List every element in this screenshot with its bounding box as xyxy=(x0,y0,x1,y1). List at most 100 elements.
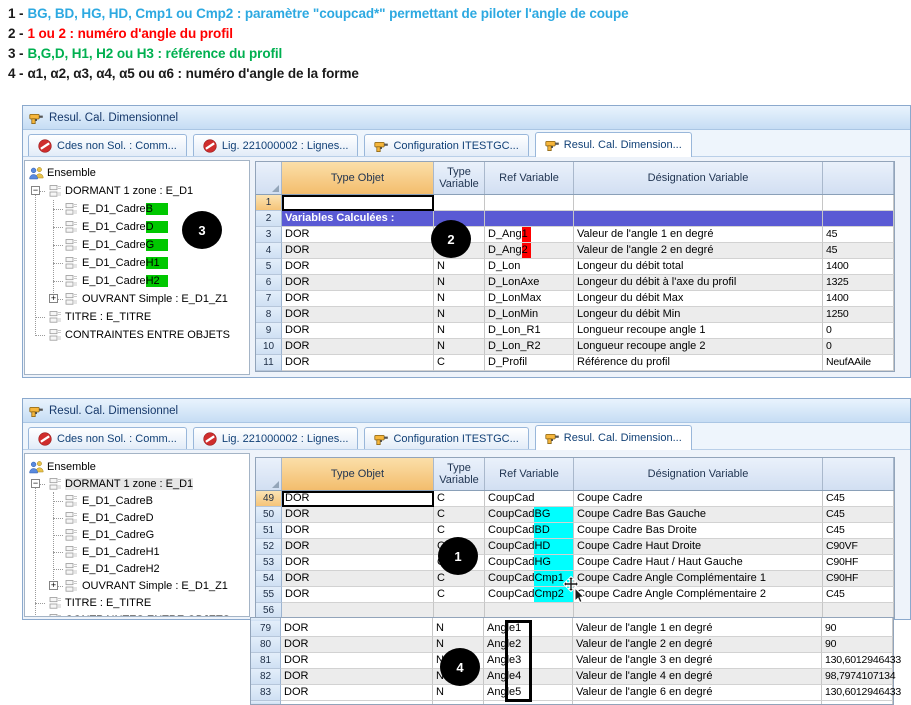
cell-value[interactable]: C90HF xyxy=(823,555,894,571)
tab-cdes-non-sol[interactable]: Cdes non Sol. : Comm... xyxy=(28,134,187,156)
expand-icon[interactable]: + xyxy=(49,294,58,303)
cell-value[interactable]: 98,7974107134 xyxy=(822,669,893,685)
cell-type-variable[interactable]: C xyxy=(434,507,485,523)
cell-type-objet[interactable]: DOR xyxy=(281,637,433,653)
cell-value[interactable] xyxy=(822,701,893,704)
cell-type-objet[interactable]: DOR xyxy=(282,227,434,243)
cell-type-objet[interactable]: DOR xyxy=(282,571,434,587)
tab-lig-221000002[interactable]: Lig. 221000002 : Lignes... xyxy=(193,134,359,156)
cell-type-objet[interactable]: DOR xyxy=(282,507,434,523)
tree-item-dormant[interactable]: −DORMANT 1 zone : E_D1 xyxy=(25,182,249,200)
cell-value[interactable]: 45 xyxy=(823,227,894,243)
cell-type-objet[interactable]: DOR xyxy=(282,339,434,355)
cell-type-variable[interactable]: C xyxy=(434,355,485,371)
cell-type-objet[interactable]: DOR xyxy=(282,491,434,507)
row-header[interactable]: 2 xyxy=(256,211,282,227)
column-header-value[interactable] xyxy=(823,162,894,194)
cell-type-objet[interactable]: DOR xyxy=(282,275,434,291)
cell-ref-variable[interactable]: CoupCad xyxy=(485,491,574,507)
cell-designation[interactable]: Longeur du débit Max xyxy=(574,291,823,307)
tree-item-cadre-g[interactable]: E_D1_CadreG xyxy=(25,526,249,543)
tree-item-dormant[interactable]: −DORMANT 1 zone : E_D1 xyxy=(25,475,249,492)
tree-item-ensemble[interactable]: Ensemble xyxy=(25,458,249,475)
cell-type-variable[interactable]: C xyxy=(434,587,485,603)
row-header[interactable]: 49 xyxy=(256,491,282,507)
cell-value[interactable]: NeufAAile xyxy=(823,355,894,371)
cell-designation[interactable]: Valeur de l'angle 1 en degré xyxy=(573,621,822,637)
cell-value[interactable]: 130,6012946433 xyxy=(822,653,893,669)
column-header-type-variable[interactable]: Type Variable xyxy=(434,162,485,194)
tree-item-cadre-b[interactable]: E_D1_CadreB xyxy=(25,492,249,509)
section-title-cell[interactable]: Variables Calculées : xyxy=(282,211,434,227)
cell-value[interactable]: 1250 xyxy=(823,307,894,323)
cell-designation[interactable]: Valeur de l'angle 6 en degré xyxy=(573,685,822,701)
cell-designation[interactable]: Longeur du débit à l'axe du profil xyxy=(574,275,823,291)
row-header[interactable]: 54 xyxy=(256,571,282,587)
cell-value[interactable]: 0 xyxy=(823,339,894,355)
cell-value[interactable]: 45 xyxy=(823,243,894,259)
cell-ref-variable[interactable]: D_Lon xyxy=(485,259,574,275)
cell-ref-variable[interactable]: D_LonMin xyxy=(485,307,574,323)
cell-value[interactable]: 130,6012946433 xyxy=(822,685,893,701)
cell-designation[interactable]: Valeur de l'angle 1 en degré xyxy=(574,227,823,243)
row-header[interactable]: 51 xyxy=(256,523,282,539)
cell-designation[interactable]: Coupe Cadre Bas Gauche xyxy=(574,507,823,523)
tree-item-contraintes[interactable]: CONTRAINTES ENTRE OBJETS xyxy=(25,611,249,617)
cell-ref-variable[interactable]: D_LonAxe xyxy=(485,275,574,291)
row-header[interactable]: 79 xyxy=(251,621,281,637)
row-header[interactable]: 52 xyxy=(256,539,282,555)
cell-designation[interactable] xyxy=(574,195,823,211)
tree-item-ensemble[interactable]: Ensemble xyxy=(25,164,249,182)
cell-type-variable[interactable]: N xyxy=(434,275,485,291)
row-header[interactable]: 80 xyxy=(251,637,281,653)
cell-designation[interactable]: Longeur du débit total xyxy=(574,259,823,275)
cell-designation[interactable]: Valeur de l'angle 2 en degré xyxy=(573,637,822,653)
cell-value[interactable]: C90VF xyxy=(823,539,894,555)
row-header[interactable]: 55 xyxy=(256,587,282,603)
column-header-value[interactable] xyxy=(823,458,894,490)
table-corner-cell[interactable] xyxy=(256,458,282,490)
cell-type-variable[interactable]: N xyxy=(434,323,485,339)
cell-designation[interactable]: Coupe Cadre xyxy=(574,491,823,507)
cell-designation[interactable]: Longeur du débit Min xyxy=(574,307,823,323)
cell-value[interactable]: C45 xyxy=(823,491,894,507)
cell-value[interactable]: C90HF xyxy=(823,571,894,587)
cell-designation[interactable]: Longueur recoupe angle 2 xyxy=(574,339,823,355)
column-header-type-objet[interactable]: Type Objet xyxy=(282,458,434,490)
cell-value[interactable]: C45 xyxy=(823,587,894,603)
table-corner-cell[interactable] xyxy=(256,162,282,194)
cell-type-objet[interactable]: DOR xyxy=(282,291,434,307)
cell-type-objet[interactable]: DOR xyxy=(281,669,433,685)
row-header[interactable]: 10 xyxy=(256,339,282,355)
cell-value[interactable]: C45 xyxy=(823,523,894,539)
cell-ref-variable[interactable]: D_Lon_R1 xyxy=(485,323,574,339)
cell-designation[interactable]: Valeur de l'angle 3 en degré xyxy=(573,653,822,669)
cell-type-objet[interactable]: DOR xyxy=(281,621,433,637)
cell-type-objet[interactable]: DOR xyxy=(282,259,434,275)
cell-ref-variable[interactable]: CoupCadCmp1 xyxy=(485,571,574,587)
tree-item-cadre-h2[interactable]: E_D1_CadreH2 xyxy=(25,560,249,577)
cell-type-objet[interactable]: DOR xyxy=(282,323,434,339)
cell-designation[interactable]: Référence du profil xyxy=(574,355,823,371)
cell-designation[interactable]: Longueur recoupe angle 1 xyxy=(574,323,823,339)
cell-type-objet[interactable]: DOR xyxy=(282,555,434,571)
cell-value[interactable] xyxy=(823,211,894,227)
cell-type-variable[interactable]: N xyxy=(433,621,484,637)
cell-designation[interactable]: Coupe Cadre Haut Droite xyxy=(574,539,823,555)
cell-value[interactable]: 90 xyxy=(822,621,893,637)
window-titlebar[interactable]: Resul. Cal. Dimensionnel xyxy=(23,106,910,130)
cell-value[interactable]: 1325 xyxy=(823,275,894,291)
cell-designation[interactable] xyxy=(573,701,822,704)
cell-type-variable[interactable] xyxy=(433,701,484,704)
cell-type-objet[interactable]: DOR xyxy=(281,685,433,701)
cell-type-variable[interactable] xyxy=(434,195,485,211)
column-header-ref-variable[interactable]: Ref Variable xyxy=(485,162,574,194)
cell-value[interactable]: C45 xyxy=(823,507,894,523)
cell-type-variable[interactable]: N xyxy=(433,685,484,701)
tab-cdes-non-sol[interactable]: Cdes non Sol. : Comm... xyxy=(28,427,187,449)
column-header-designation-variable[interactable]: Désignation Variable xyxy=(574,458,823,490)
cell-ref-variable[interactable]: CoupCadHD xyxy=(485,539,574,555)
cell-type-variable[interactable]: C xyxy=(434,491,485,507)
row-header[interactable]: 9 xyxy=(256,323,282,339)
cell-type-objet[interactable]: DOR xyxy=(282,539,434,555)
